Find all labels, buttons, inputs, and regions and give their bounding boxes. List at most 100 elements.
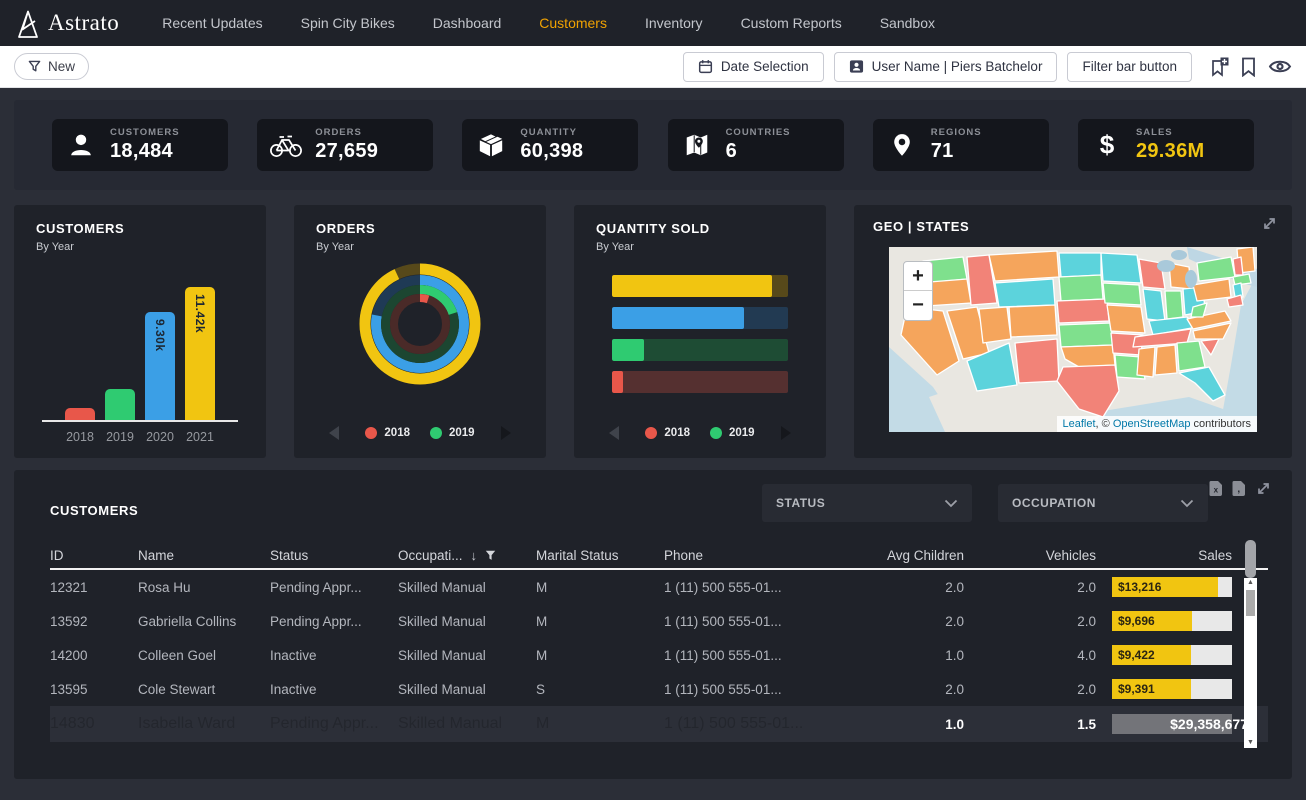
expand-icon[interactable] [1255, 480, 1272, 497]
user-name-label: User Name | Piers Batchelor [872, 59, 1043, 74]
zoom-out-button[interactable]: − [904, 291, 932, 320]
status-filter-dropdown[interactable]: STATUS [762, 484, 972, 522]
kpi-value: 6 [726, 140, 791, 163]
hbar-2021[interactable] [612, 275, 788, 297]
sort-desc-icon[interactable]: ↓ [471, 548, 478, 563]
zoom-in-button[interactable]: + [904, 262, 932, 291]
col-occupation[interactable]: Occupati... ↓ [398, 548, 536, 563]
bar-value-label: 11.42k [193, 294, 207, 333]
kpi-label: REGIONS [931, 127, 982, 138]
table-filters: STATUS OCCUPATION [762, 484, 1208, 522]
legend-prev-arrow-icon[interactable] [329, 426, 339, 440]
col-vehicles[interactable]: Vehicles [964, 548, 1096, 563]
legend-item-2019[interactable]: 2019 [430, 427, 475, 439]
geo-title: GEO | STATES [854, 219, 1292, 234]
col-sales[interactable]: Sales [1096, 548, 1240, 563]
bicycle-icon [269, 132, 303, 158]
bookmark-icon[interactable] [1241, 57, 1256, 77]
filter-bar-button[interactable]: Filter bar button [1067, 52, 1192, 82]
legend-dot-2018 [365, 427, 377, 439]
funnel-icon [28, 60, 41, 73]
bar-2019[interactable] [105, 389, 135, 420]
kpi-countries: COUNTRIES 6 [668, 119, 844, 171]
col-name[interactable]: Name [138, 548, 270, 563]
map-zoom-control: + − [903, 261, 933, 321]
kpi-quantity: QUANTITY 60,398 [462, 119, 638, 171]
toolbar: New Date Selection User Name | Piers Bat… [0, 46, 1306, 88]
export-xlsx-icon[interactable]: x [1209, 480, 1223, 497]
table-row[interactable]: 13595 Cole Stewart Inactive Skilled Manu… [50, 672, 1268, 706]
openstreetmap-link[interactable]: OpenStreetMap [1113, 418, 1191, 430]
bar-2018[interactable] [65, 408, 95, 420]
date-selection-button[interactable]: Date Selection [683, 52, 824, 82]
legend-prev-arrow-icon[interactable] [609, 426, 619, 440]
kpi-value: 18,484 [110, 140, 180, 163]
customers-bar-chart: 9.30k 11.42k 2018 2019 2020 2021 [14, 285, 266, 444]
bar-value-label: 9.30k [153, 319, 167, 352]
nav-item-dashboard[interactable]: Dashboard [414, 0, 521, 46]
table-row[interactable]: 14200 Colleen Goel Inactive Skilled Manu… [50, 638, 1268, 672]
kpi-orders: ORDERS 27,659 [257, 119, 433, 171]
export-csv-icon[interactable]: , [1232, 480, 1246, 497]
legend-item-2018[interactable]: 2018 [365, 427, 410, 439]
legend-item-2018[interactable]: 2018 [645, 427, 690, 439]
new-filter-button[interactable]: New [14, 53, 89, 80]
col-status[interactable]: Status [270, 548, 398, 563]
table-totals-row: 14830 Isabella Ward Pending Appr... Skil… [50, 706, 1268, 742]
brand[interactable]: Astrato [14, 8, 119, 39]
table-row[interactable]: 13592 Gabriella Collins Pending Appr... … [50, 604, 1268, 638]
sales-bar: $9,422 [1112, 645, 1232, 665]
chart-title: CUSTOMERS [14, 221, 266, 236]
orders-chart-panel: ORDERS By Year [294, 205, 546, 458]
legend-next-arrow-icon[interactable] [781, 426, 791, 440]
location-pin-icon [885, 130, 919, 160]
scroll-down-arrow-icon[interactable]: ▼ [1247, 738, 1254, 748]
hbar-2020[interactable] [612, 307, 788, 329]
legend-next-arrow-icon[interactable] [501, 426, 511, 440]
nav-item-sandbox[interactable]: Sandbox [861, 0, 954, 46]
table-vertical-scrollbar[interactable]: ▲ ▼ [1244, 578, 1257, 748]
col-marital-status[interactable]: Marital Status [536, 548, 664, 563]
nav-items: Recent Updates Spin City Bikes Dashboard… [143, 0, 954, 46]
charts-row: CUSTOMERS By Year 9.30k 11.42k 2018 2019 [14, 205, 1292, 458]
customers-chart-panel: CUSTOMERS By Year 9.30k 11.42k 2018 2019 [14, 205, 266, 458]
bar-2020[interactable]: 9.30k [145, 312, 175, 420]
total-sales-bar: $29,358,677 [1112, 714, 1232, 734]
total-sales: $29,358,677 [1170, 716, 1248, 732]
table-row[interactable]: 12321 Rosa Hu Pending Appr... Skilled Ma… [50, 570, 1268, 604]
table-export-icons: x , [1209, 480, 1272, 497]
col-avg-children[interactable]: Avg Children [826, 548, 964, 563]
scrollbar-thumb[interactable] [1246, 590, 1255, 616]
geo-states-panel: GEO | STATES [854, 205, 1292, 458]
scroll-up-arrow-icon[interactable]: ▲ [1247, 578, 1254, 588]
leaflet-link[interactable]: Leaflet [1063, 418, 1096, 430]
table-title: CUSTOMERS [50, 503, 138, 518]
nav-item-spin-city-bikes[interactable]: Spin City Bikes [282, 0, 414, 46]
orders-legend: 2018 2019 [294, 426, 546, 440]
kpi-label: COUNTRIES [726, 127, 791, 138]
user-name-button[interactable]: User Name | Piers Batchelor [834, 52, 1058, 82]
kpi-strip: CUSTOMERS 18,484 ORDERS 27,659 [14, 100, 1292, 190]
legend-dot-2019 [710, 427, 722, 439]
nav-item-custom-reports[interactable]: Custom Reports [722, 0, 861, 46]
table-scrollbar-thumb[interactable] [1245, 540, 1256, 578]
eye-icon[interactable] [1268, 58, 1292, 75]
nav-item-customers[interactable]: Customers [520, 0, 626, 46]
expand-icon[interactable] [1261, 215, 1278, 232]
filter-funnel-icon[interactable] [485, 550, 496, 561]
us-states-choropleth [889, 247, 1257, 432]
col-id[interactable]: ID [50, 548, 138, 563]
nav-item-inventory[interactable]: Inventory [626, 0, 722, 46]
nav-item-recent-updates[interactable]: Recent Updates [143, 0, 281, 46]
bar-2021[interactable]: 11.42k [185, 287, 215, 420]
tick-2020: 2020 [145, 430, 175, 444]
hbar-2019[interactable] [612, 339, 788, 361]
hbar-2018[interactable] [612, 371, 788, 393]
orders-donut-chart[interactable] [294, 261, 546, 387]
legend-item-2019[interactable]: 2019 [710, 427, 755, 439]
col-phone[interactable]: Phone [664, 548, 826, 563]
leaflet-map[interactable]: + − Leaflet, © OpenStreetMap contributor… [889, 247, 1257, 432]
occupation-filter-dropdown[interactable]: OCCUPATION [998, 484, 1208, 522]
bookmark-add-icon[interactable] [1210, 57, 1229, 77]
chart-subtitle: By Year [294, 241, 546, 253]
